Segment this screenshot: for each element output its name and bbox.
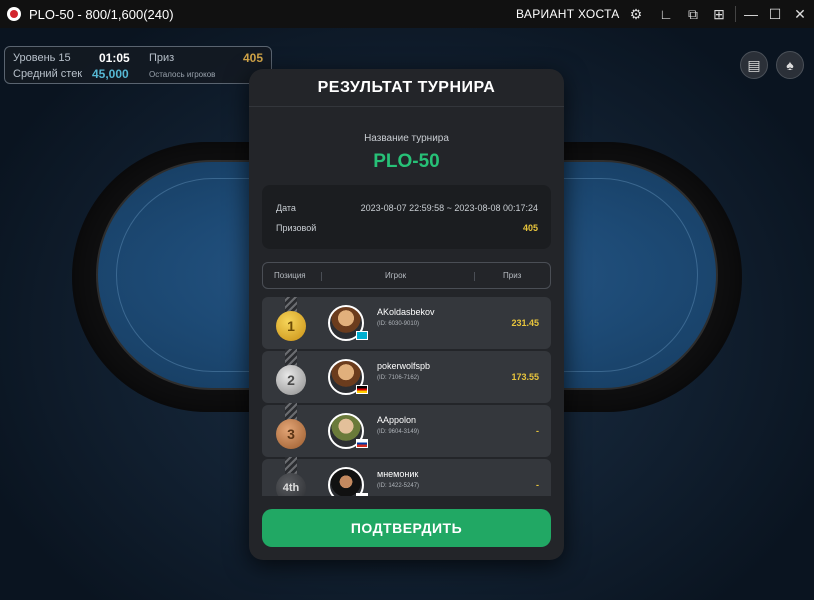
player-prize: 173.55 [511, 372, 539, 382]
column-prize: Приз [503, 271, 522, 280]
flag-de-icon [356, 385, 368, 394]
hand-history-icon[interactable]: ▤ [740, 51, 768, 79]
minimize-icon[interactable]: — [742, 5, 760, 23]
results-list[interactable]: 1 AKoldasbekov (ID: 6030-9010) 231.45 2 … [262, 297, 551, 496]
maximize-icon[interactable]: ☐ [766, 5, 784, 23]
level-timer: 01:05 [99, 51, 130, 65]
tournament-details: Дата 2023-08-07 22:59:58 ~ 2023-08-08 00… [262, 185, 551, 249]
results-header: Позиция Игрок Приз [262, 262, 551, 289]
result-row: 1 AKoldasbekov (ID: 6030-9010) 231.45 [262, 297, 551, 349]
date-label: Дата [276, 203, 296, 213]
flag-kz-icon [356, 331, 368, 340]
close-icon[interactable]: ✕ [791, 5, 809, 23]
prize-pool-label: Призовой [276, 223, 317, 233]
tile-windows-icon[interactable]: ⊞ [710, 5, 728, 23]
tournament-name: PLO-50 [373, 151, 440, 172]
avg-stack-label: Средний стек [13, 68, 83, 80]
player-prize: - [536, 426, 539, 436]
game-window: PLO-50 - 800/1,600(240) ВАРИАНТ ХОСТА ⚙ … [0, 0, 814, 600]
player-prize: 231.45 [511, 318, 539, 328]
player-prize: - [536, 480, 539, 490]
player-id: (ID: 6030-9010) [377, 321, 420, 327]
result-row: 3 AAppolon (ID: 9604-3149) - [262, 403, 551, 457]
avg-stack-value: 45,000 [92, 67, 129, 81]
silver-medal-icon: 2 [276, 365, 306, 395]
player-name: AAppolon [377, 415, 417, 425]
column-position: Позиция [274, 271, 306, 280]
column-divider [474, 272, 475, 281]
host-variant-button[interactable]: ВАРИАНТ ХОСТА [516, 7, 620, 21]
flag-ru-icon [356, 439, 368, 448]
dialog-title: РЕЗУЛЬТАТ ТУРНИРА [249, 69, 564, 107]
avatar [328, 467, 364, 496]
player-name: мнемоник [377, 469, 419, 479]
column-player: Игрок [385, 271, 407, 280]
player-name: pokerwolfspb [377, 361, 431, 371]
result-row: 4th мнемоник (ID: 1422-5247) - [262, 457, 551, 496]
player-name: AKoldasbekov [377, 307, 435, 317]
prize-value: 405 [243, 51, 264, 65]
prize-label: Приз [149, 52, 175, 64]
date-value: 2023-08-07 22:59:58 ~ 2023-08-08 00:17:2… [360, 203, 538, 213]
tournament-info-panel: Уровень 15 01:05 Приз 405 Средний стек 4… [4, 46, 272, 84]
prize-pool-value: 405 [522, 223, 538, 233]
layout-icon[interactable]: ∟ [657, 5, 675, 23]
cascade-windows-icon[interactable]: ⧉ [684, 5, 702, 23]
player-id: (ID: 7106-7162) [377, 375, 420, 381]
tournament-result-dialog: РЕЗУЛЬТАТ ТУРНИРА Название турнира PLO-5… [249, 69, 564, 560]
window-title: PLO-50 - 800/1,600(240) [29, 6, 174, 22]
gold-medal-icon: 1 [276, 311, 306, 341]
place-badge-icon: 4th [276, 473, 306, 496]
titlebar-divider [735, 6, 736, 22]
bronze-medal-icon: 3 [276, 419, 306, 449]
gear-icon[interactable]: ⚙ [627, 5, 645, 23]
result-row: 2 pokerwolfspb (ID: 7106-7162) 173.55 [262, 349, 551, 403]
confirm-button[interactable]: ПОДТВЕРДИТЬ [262, 509, 551, 547]
player-id: (ID: 9604-3149) [377, 429, 420, 435]
cards-icon[interactable]: ♠ [776, 51, 804, 79]
flag-ru-icon [356, 493, 368, 496]
player-id: (ID: 1422-5247) [377, 483, 420, 489]
column-divider [321, 272, 322, 281]
players-left-label: Осталось игроков [149, 70, 216, 79]
level-label: Уровень 15 [13, 52, 71, 64]
app-logo-icon [7, 7, 21, 21]
tournament-name-label: Название турнира [364, 133, 449, 144]
